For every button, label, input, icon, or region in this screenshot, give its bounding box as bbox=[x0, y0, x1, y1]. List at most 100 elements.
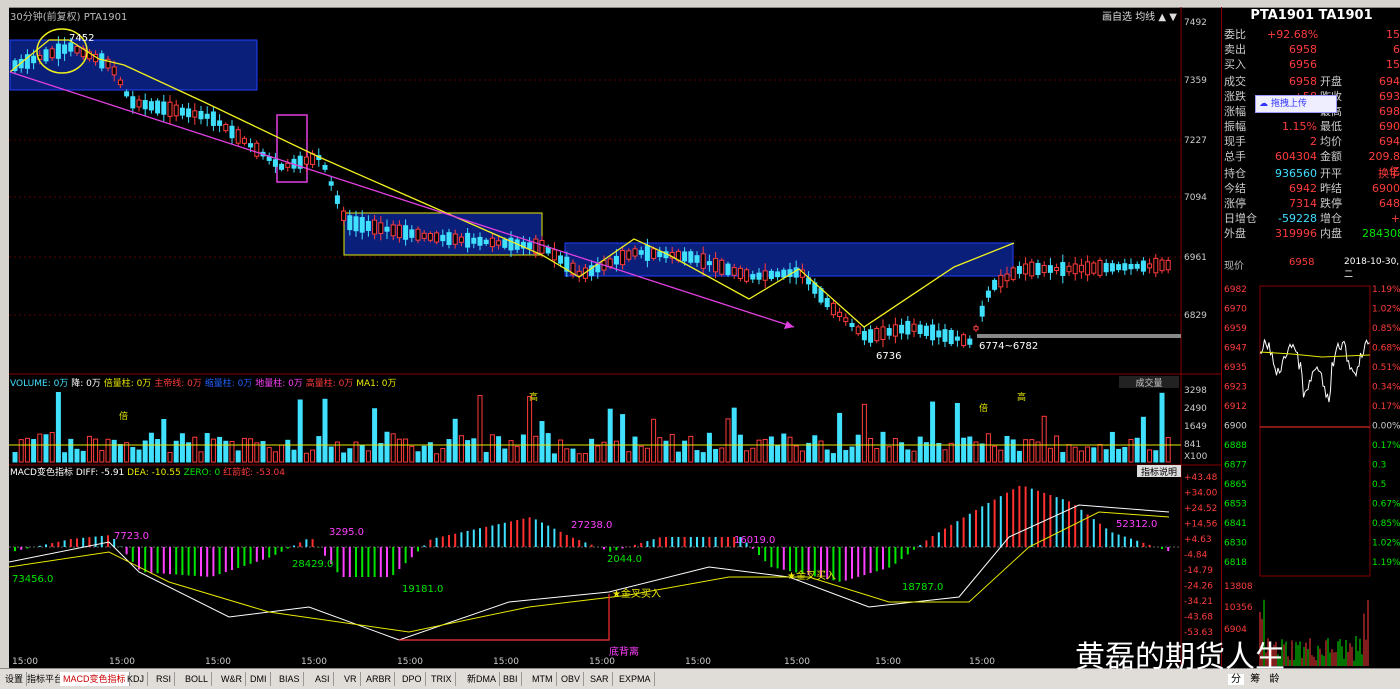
volume-bar bbox=[669, 433, 675, 463]
volume-button[interactable]: 成交量 bbox=[1119, 376, 1179, 389]
quote-label: 今结 bbox=[1224, 182, 1246, 195]
chart-canvas[interactable]: 7452 6736 6774~6782 7492 7359 7227 7094 … bbox=[8, 7, 1221, 667]
tab-15[interactable]: BBI bbox=[500, 672, 522, 686]
volume-bar bbox=[1066, 444, 1072, 463]
quote-label: 日增仓 bbox=[1224, 212, 1257, 225]
tab-11[interactable]: ARBR bbox=[363, 672, 396, 686]
tab-3[interactable]: KDJ bbox=[124, 672, 149, 686]
vol-item: 降: 0万 bbox=[71, 379, 101, 389]
macd-label: 27238.0 bbox=[571, 520, 612, 531]
tab-19[interactable]: EXPMA bbox=[616, 672, 655, 686]
candle-body bbox=[694, 255, 700, 263]
tool-ma[interactable]: 均线 bbox=[1135, 12, 1155, 23]
tab-6[interactable]: W&R bbox=[218, 672, 246, 686]
volume-bar bbox=[911, 450, 917, 463]
candle-body bbox=[452, 233, 458, 245]
quote-row: 成交 6958 开盘 694 bbox=[1222, 74, 1400, 89]
volume-bar bbox=[179, 433, 185, 463]
tab-13[interactable]: TRIX bbox=[428, 672, 456, 686]
tool-up-icon[interactable]: ▲ bbox=[1158, 12, 1166, 23]
tab-7[interactable]: DMI bbox=[247, 672, 271, 686]
candle-body bbox=[248, 143, 254, 148]
mini-price-tick: 6982 bbox=[1224, 285, 1247, 295]
left-side-strip[interactable] bbox=[0, 0, 9, 688]
candle-body bbox=[378, 222, 384, 234]
candle-body bbox=[682, 251, 688, 262]
mini-price-tick: 6959 bbox=[1224, 324, 1247, 334]
candle-body bbox=[936, 330, 942, 338]
volume-bar bbox=[750, 447, 756, 463]
volume-bar bbox=[347, 448, 353, 463]
candle-body bbox=[155, 100, 161, 114]
candle-body bbox=[446, 232, 452, 246]
volume-bar bbox=[192, 436, 198, 463]
vol-title: VOLUME: 0万 bbox=[10, 379, 69, 389]
volume-bar bbox=[818, 440, 824, 463]
candle-body bbox=[1041, 264, 1047, 274]
tab-10[interactable]: VR bbox=[341, 672, 361, 686]
mini-pct-tick: 0.34% bbox=[1372, 383, 1400, 393]
upload-popup[interactable]: ☁ 拖拽上传 bbox=[1255, 95, 1337, 113]
candle-body bbox=[1016, 266, 1022, 274]
quote-label2: 跌停 bbox=[1320, 197, 1342, 210]
tab-5[interactable]: BOLL bbox=[182, 672, 213, 686]
chart-tools[interactable]: 画自选 均线 ▲ ▼ bbox=[1102, 8, 1177, 23]
candle-body bbox=[130, 96, 136, 109]
vol-tick: 841 bbox=[1184, 440, 1201, 450]
volume-bar bbox=[328, 446, 334, 463]
time-tick: 15:00 bbox=[875, 657, 901, 667]
volume-bar bbox=[713, 448, 719, 463]
volume-bar bbox=[12, 452, 18, 463]
tool-down-icon[interactable]: ▼ bbox=[1169, 12, 1177, 23]
tab-18[interactable]: SAR bbox=[587, 672, 613, 686]
tab-9[interactable]: ASI bbox=[312, 672, 334, 686]
tool-self-draw[interactable]: 画自选 bbox=[1102, 12, 1132, 23]
volume-bar bbox=[235, 450, 241, 463]
candle-body bbox=[396, 224, 402, 239]
quote-label: 涨幅 bbox=[1224, 105, 1246, 118]
candle-body bbox=[148, 101, 154, 111]
volume-bar bbox=[564, 448, 570, 463]
volume-bar bbox=[576, 453, 582, 463]
volume-bar bbox=[1109, 431, 1115, 463]
vol-tag: 高 bbox=[529, 391, 538, 403]
volume-bar bbox=[979, 443, 985, 463]
tab-4[interactable]: RSI bbox=[153, 672, 176, 686]
quote-title: PTA1901 TA1901 bbox=[1250, 8, 1373, 23]
candle-body bbox=[1153, 257, 1159, 274]
macd-header: MACD变色指标 DIFF: -5.91 DEA: -10.55 ZERO: 0… bbox=[10, 465, 285, 478]
tab-16[interactable]: MTM bbox=[529, 672, 557, 686]
time-tick: 15:00 bbox=[784, 657, 810, 667]
candle-body bbox=[192, 110, 198, 118]
macd-dea: DEA: -10.55 bbox=[127, 468, 181, 478]
candle-body bbox=[992, 279, 998, 290]
tab-17[interactable]: OBV bbox=[558, 672, 585, 686]
volume-bar bbox=[868, 437, 874, 463]
candle-body bbox=[706, 261, 712, 266]
vol-item: 主帝线: 0万 bbox=[154, 379, 202, 389]
volume-bar bbox=[849, 446, 855, 463]
mini-chart[interactable]: 6982 6970 6959 6947 6935 6923 6912 6900 6888 6877… bbox=[1222, 282, 1400, 668]
tab-8[interactable]: BIAS bbox=[276, 672, 304, 686]
main-chart[interactable]: 7452 6736 6774~6782 7492 7359 7227 7094 … bbox=[8, 7, 1221, 667]
tab-12[interactable]: DPO bbox=[399, 672, 426, 686]
tab-14[interactable]: 新DMA bbox=[464, 672, 500, 686]
volume-bar bbox=[1029, 439, 1035, 463]
price-tick: 6961 bbox=[1184, 253, 1207, 263]
volume-bar bbox=[812, 435, 818, 463]
volume-bar bbox=[688, 435, 694, 463]
indicator-help-button[interactable]: 指标说明 bbox=[1137, 465, 1181, 478]
mini-price-tick: 6935 bbox=[1224, 363, 1247, 373]
volume-bar bbox=[254, 442, 260, 463]
macd-diff: DIFF: -5.91 bbox=[75, 468, 125, 478]
volume-bar bbox=[303, 452, 309, 463]
volume-bar bbox=[880, 431, 886, 463]
tab-2[interactable]: MACD变色指标 bbox=[60, 672, 130, 686]
mini-pct-tick: 1.02% bbox=[1372, 539, 1400, 549]
candle-body bbox=[620, 250, 626, 266]
volume-bar bbox=[570, 448, 576, 463]
candle-body bbox=[750, 274, 756, 280]
volume-bar bbox=[1023, 439, 1029, 463]
volume-bar bbox=[744, 450, 750, 463]
vol-item: MA1: 0万 bbox=[356, 379, 397, 389]
